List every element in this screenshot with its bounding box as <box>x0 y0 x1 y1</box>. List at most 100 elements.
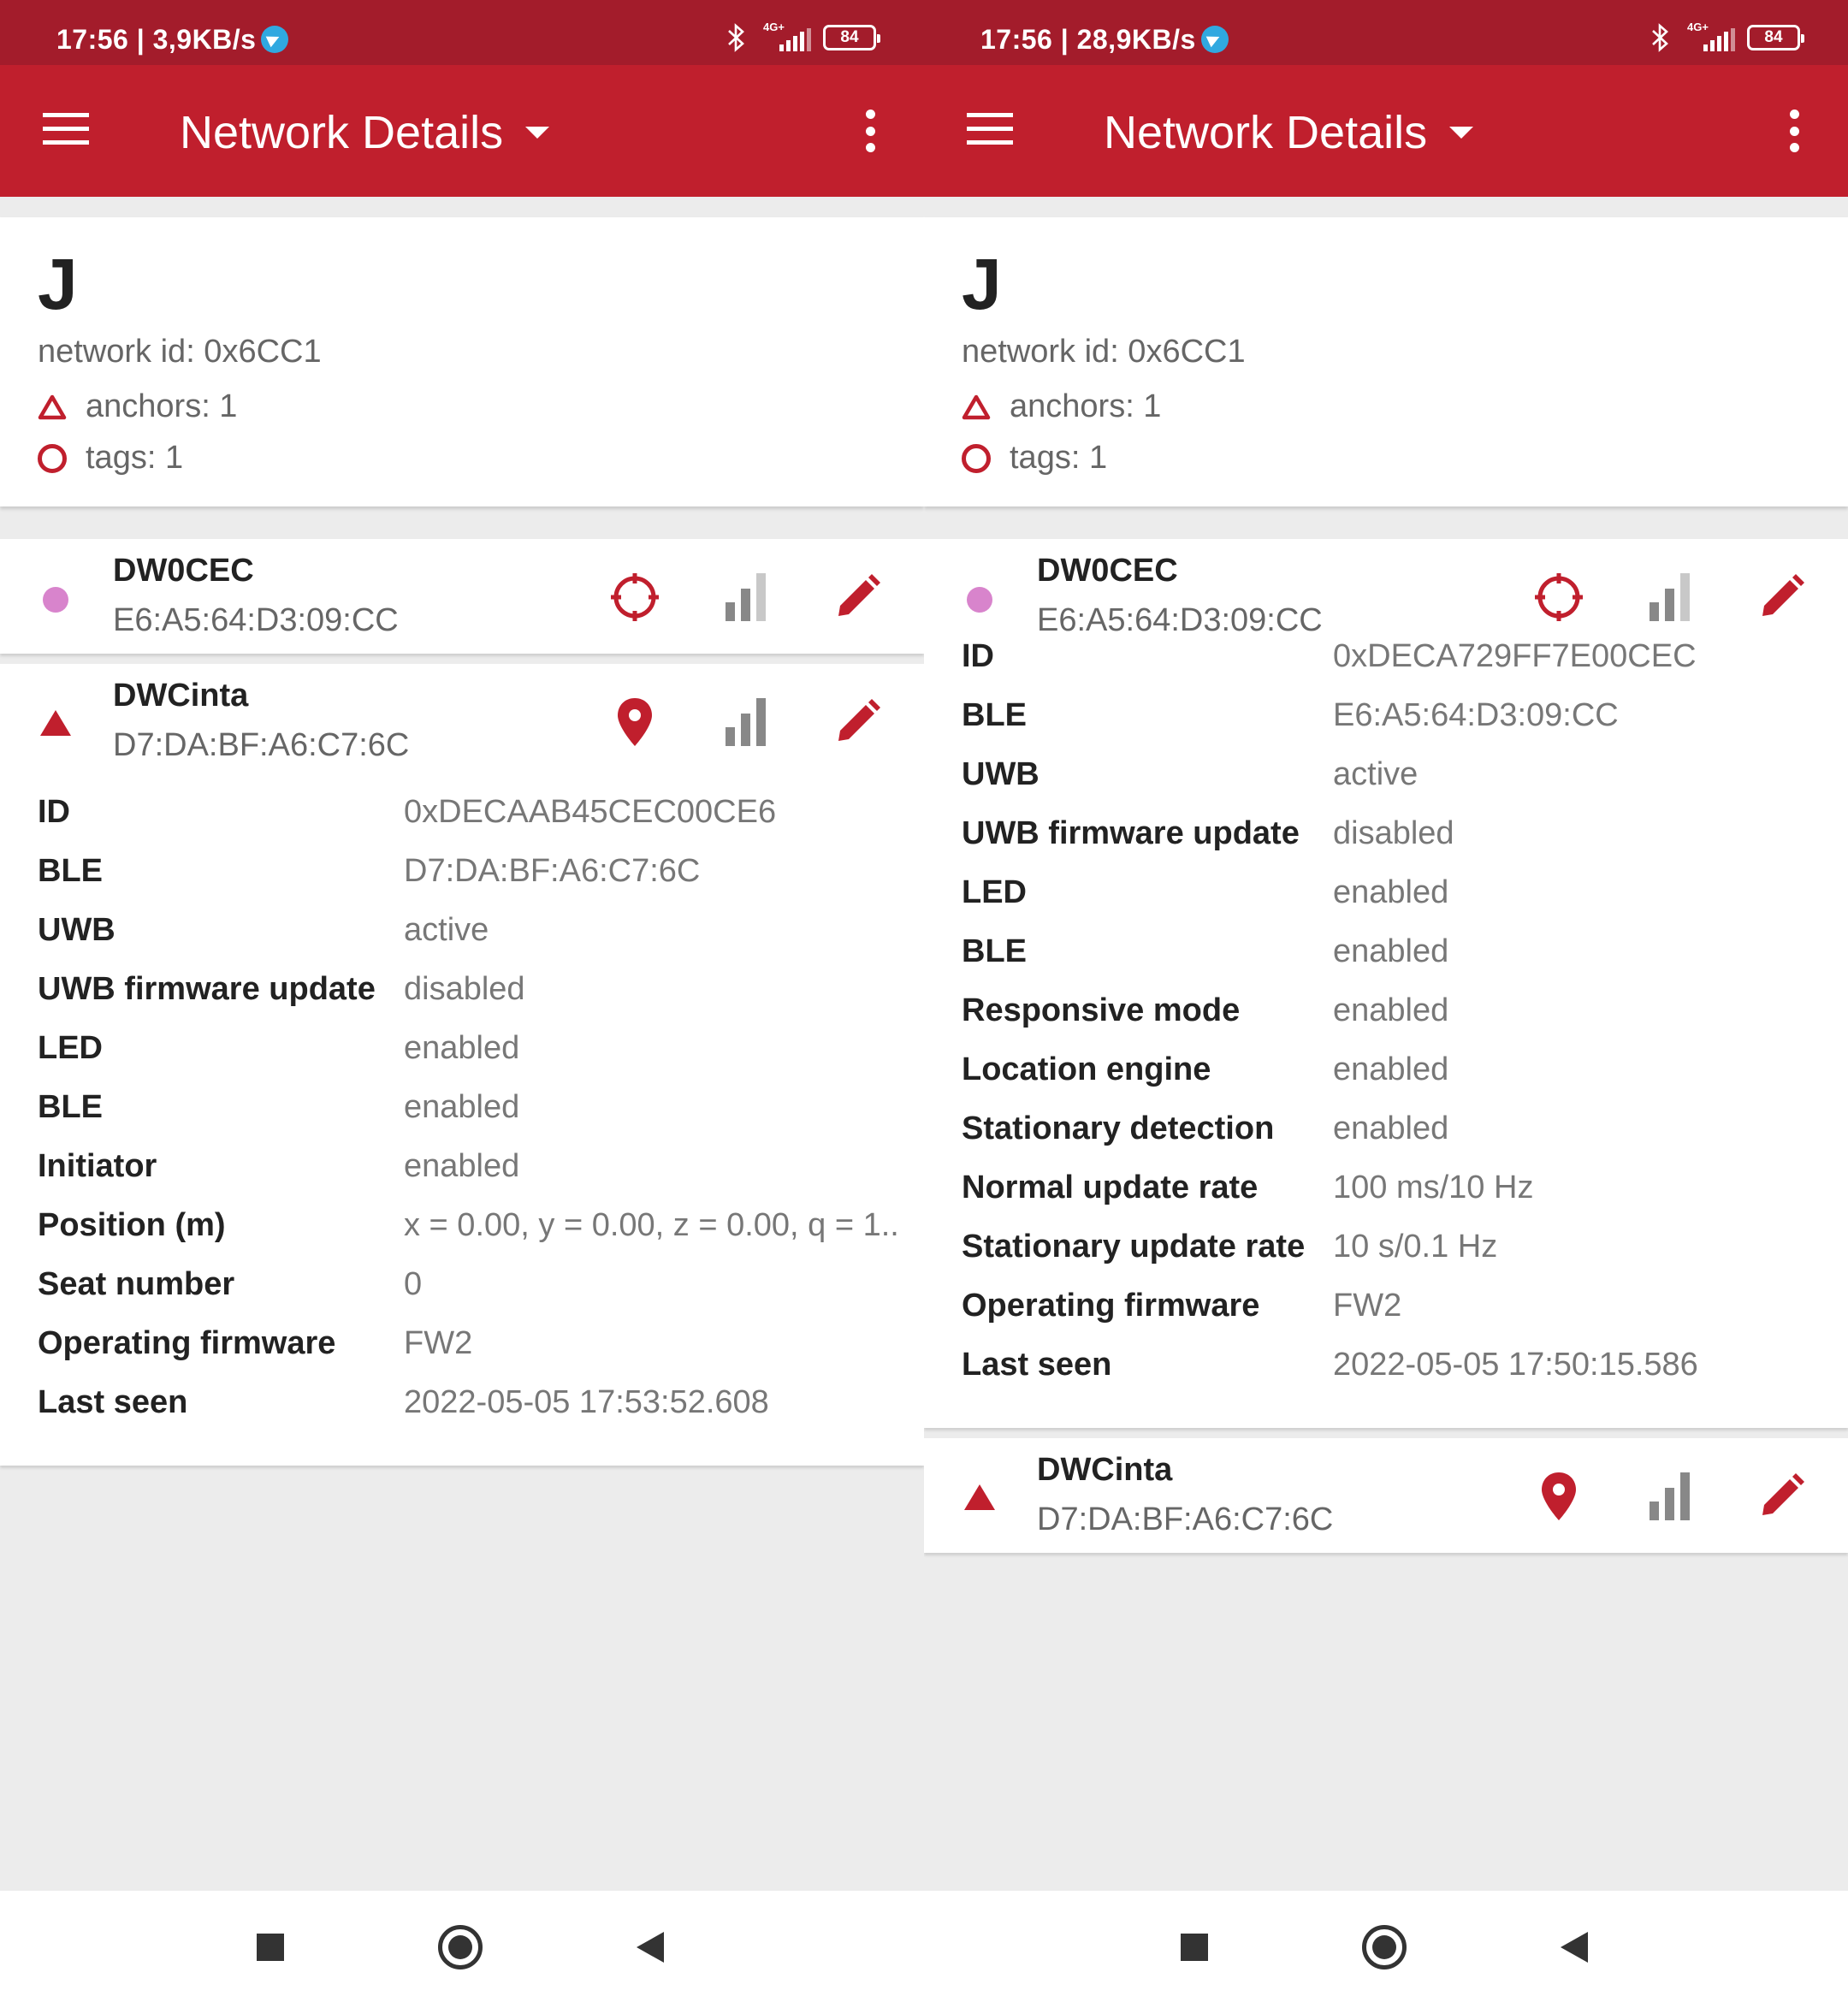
screen-selector[interactable]: Network Details <box>180 106 550 159</box>
detail-row: Stationary detection enabled <box>924 1104 1848 1163</box>
node-item[interactable]: DWCinta D7:DA:BF:A6:C7:6C <box>924 1438 1848 1553</box>
back-button[interactable] <box>1561 1932 1588 1963</box>
more-options-icon[interactable] <box>1788 110 1800 152</box>
network-id: network id: 0x6CC1 <box>38 334 322 370</box>
tags-count: tags: 1 <box>38 440 183 477</box>
battery-icon: 84 <box>823 25 880 50</box>
detail-value: 0 <box>404 1266 423 1302</box>
bluetooth-icon <box>728 23 744 52</box>
tag-dot-icon <box>43 587 68 613</box>
status-time-speed: 17:56 | 28,9KB/s <box>980 24 1229 56</box>
more-options-icon[interactable] <box>864 110 876 152</box>
node-item-expanded[interactable]: DWCinta D7:DA:BF:A6:C7:6C ID 0xDECAAB45CE… <box>0 664 924 1466</box>
detail-value: active <box>1333 756 1419 792</box>
dropdown-arrow-icon <box>1449 127 1474 139</box>
map-pin-icon[interactable] <box>607 695 662 749</box>
detail-label: UWB firmware update <box>38 971 376 1007</box>
tags-label: tags: 1 <box>1010 440 1108 476</box>
menu-icon[interactable] <box>967 113 1013 147</box>
detail-value: x = 0.00, y = 0.00, z = 0.00, q = 1.. <box>404 1207 899 1243</box>
detail-label: Operating firmware <box>962 1288 1260 1324</box>
signal-bars-icon[interactable] <box>719 570 773 625</box>
detail-label: Stationary update rate <box>962 1229 1306 1265</box>
app-bar: Network Details <box>0 65 924 197</box>
detail-row: BLE enabled <box>0 1082 924 1141</box>
detail-value: FW2 <box>404 1325 473 1361</box>
detail-row: BLE enabled <box>924 927 1848 986</box>
bluetooth-icon <box>1652 23 1668 52</box>
edit-pencil-icon[interactable] <box>1754 570 1809 625</box>
tags-count: tags: 1 <box>962 440 1107 477</box>
node-name: DW0CEC <box>1037 553 1178 589</box>
detail-label: Seat number <box>38 1266 235 1302</box>
tag-outline-icon <box>962 443 991 473</box>
status-bar: 17:56 | 28,9KB/s 4G+ 84 <box>924 0 1848 65</box>
crosshair-icon[interactable] <box>1531 570 1586 625</box>
battery-icon: 84 <box>1747 25 1804 50</box>
edit-pencil-icon[interactable] <box>830 570 885 625</box>
anchor-outline-icon <box>962 394 991 419</box>
detail-label: ID <box>38 794 70 830</box>
node-item[interactable]: DW0CEC E6:A5:64:D3:09:CC <box>0 539 924 654</box>
anchor-triangle-icon <box>40 710 71 736</box>
detail-row: Seat number 0 <box>0 1259 924 1318</box>
detail-label: BLE <box>38 1089 103 1125</box>
node-header[interactable]: DWCinta D7:DA:BF:A6:C7:6C <box>924 1438 1848 1553</box>
detail-label: LED <box>962 874 1027 910</box>
detail-row: Normal update rate 100 ms/10 Hz <box>924 1163 1848 1222</box>
detail-label: Last seen <box>38 1384 188 1420</box>
detail-row: UWB firmware update disabled <box>924 808 1848 868</box>
home-button[interactable] <box>1362 1925 1407 1969</box>
anchor-outline-icon <box>38 394 67 419</box>
node-name: DW0CEC <box>113 553 254 589</box>
node-details: ID 0xDECA729FF7E00CEC BLE E6:A5:64:D3:09:C… <box>924 623 1848 1428</box>
detail-value: enabled <box>1333 1051 1449 1087</box>
node-mac: D7:DA:BF:A6:C7:6C <box>113 727 410 763</box>
signal-bars-icon[interactable] <box>719 695 773 749</box>
detail-value: disabled <box>404 971 525 1007</box>
detail-value: enabled <box>1333 1111 1449 1146</box>
detail-row: ID 0xDECAAB45CEC00CE6 <box>0 787 924 846</box>
node-details: ID 0xDECAAB45CEC00CE6 BLE D7:DA:BF:A6:C7:6… <box>0 779 924 1466</box>
detail-value: enabled <box>404 1089 520 1125</box>
back-button[interactable] <box>637 1932 664 1963</box>
node-name: DWCinta <box>113 678 249 714</box>
signal-bars-icon[interactable] <box>1643 570 1697 625</box>
detail-label: UWB firmware update <box>962 815 1300 851</box>
detail-label: Operating firmware <box>38 1325 336 1361</box>
detail-label: UWB <box>962 756 1040 792</box>
network-id: network id: 0x6CC1 <box>962 334 1246 370</box>
detail-row: Last seen 2022-05-05 17:53:52.608 <box>0 1377 924 1436</box>
edit-pencil-icon[interactable] <box>1754 1469 1809 1524</box>
anchors-count: anchors: 1 <box>962 388 1161 425</box>
detail-value: 2022-05-05 17:53:52.608 <box>404 1384 769 1420</box>
anchors-count: anchors: 1 <box>38 388 237 425</box>
detail-value: active <box>404 912 489 948</box>
node-item-expanded[interactable]: DW0CEC E6:A5:64:D3:09:CC ID 0xDECA729FF7E… <box>924 539 1848 1428</box>
telegram-icon <box>261 26 289 53</box>
map-pin-icon[interactable] <box>1531 1469 1586 1524</box>
detail-label: Responsive mode <box>962 992 1241 1028</box>
recents-button[interactable] <box>257 1934 284 1961</box>
detail-label: BLE <box>38 853 103 889</box>
screen-selector[interactable]: Network Details <box>1104 106 1474 159</box>
detail-row: Initiator enabled <box>0 1141 924 1200</box>
detail-row: Operating firmware FW2 <box>924 1281 1848 1340</box>
menu-icon[interactable] <box>43 113 89 147</box>
node-header[interactable]: DW0CEC E6:A5:64:D3:09:CC <box>0 539 924 654</box>
status-time-speed: 17:56 | 3,9KB/s <box>56 24 289 56</box>
signal-icon: 4G+ <box>1684 21 1735 53</box>
detail-row: UWB active <box>924 749 1848 808</box>
network-summary-card: J network id: 0x6CC1 anchors: 1 tags: 1 <box>924 217 1848 506</box>
signal-bars-icon[interactable] <box>1643 1469 1697 1524</box>
detail-value: enabled <box>1333 992 1449 1028</box>
detail-value: E6:A5:64:D3:09:CC <box>1333 697 1619 733</box>
recents-button[interactable] <box>1181 1934 1208 1961</box>
detail-row: Last seen 2022-05-05 17:50:15.586 <box>924 1340 1848 1399</box>
edit-pencil-icon[interactable] <box>830 695 885 749</box>
crosshair-icon[interactable] <box>607 570 662 625</box>
home-button[interactable] <box>438 1925 483 1969</box>
tag-outline-icon <box>38 443 67 473</box>
node-header[interactable]: DWCinta D7:DA:BF:A6:C7:6C <box>0 664 924 779</box>
detail-value: FW2 <box>1333 1288 1402 1324</box>
